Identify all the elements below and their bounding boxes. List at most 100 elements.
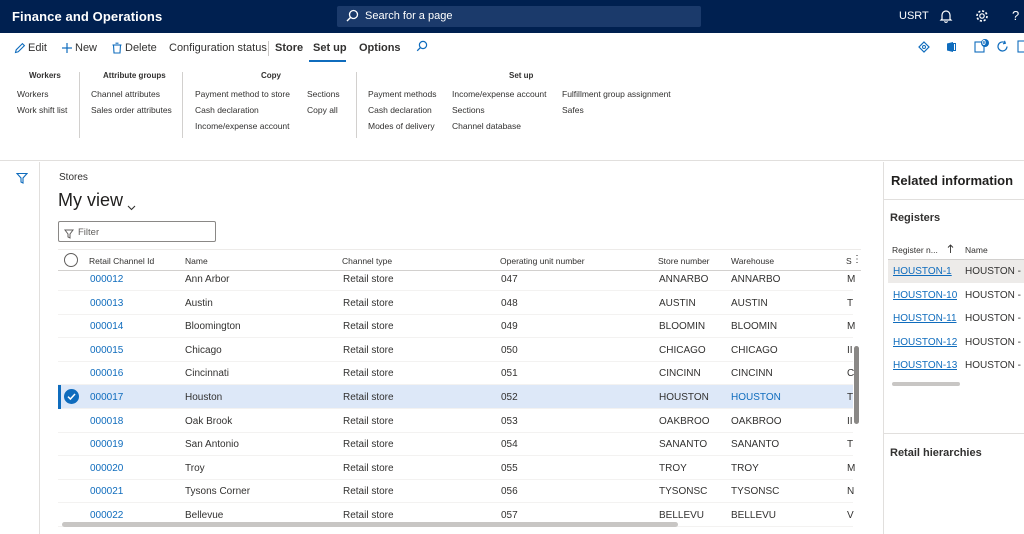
cell-name: Cincinnati xyxy=(185,368,229,380)
scrollbar-thumb[interactable] xyxy=(854,346,859,424)
office-icon[interactable] xyxy=(945,41,957,56)
column-header[interactable]: Channel type xyxy=(342,256,392,266)
bell-icon[interactable] xyxy=(939,9,953,28)
open-new-window-icon[interactable] xyxy=(1017,40,1024,56)
cell-store: BELLEVU xyxy=(659,510,705,521)
cell-id[interactable]: 000022 xyxy=(90,510,180,521)
ribbon-sales-order-attributes[interactable]: Sales order attributes xyxy=(91,105,172,115)
ribbon-income-expense-account[interactable]: Income/expense account xyxy=(452,89,547,99)
ribbon-payment-methods[interactable]: Payment methods xyxy=(368,89,437,99)
ribbon-copy-sections[interactable]: Sections xyxy=(307,89,340,99)
cell-id[interactable]: 000017 xyxy=(90,392,180,403)
column-header[interactable]: Name xyxy=(965,245,988,255)
configuration-status-button[interactable]: Configuration status xyxy=(169,42,267,54)
delete-label: Delete xyxy=(125,42,157,54)
cell-name: Chicago xyxy=(185,344,222,356)
sort-ascending-icon[interactable] xyxy=(947,244,954,255)
ribbon-safes[interactable]: Safes xyxy=(562,105,584,115)
register-id-link[interactable]: HOUSTON-1 xyxy=(893,266,952,277)
cell-wh: OAKBROO xyxy=(731,415,782,427)
delete-button[interactable]: Delete xyxy=(112,42,157,54)
ribbon-copy-cash-declaration[interactable]: Cash declaration xyxy=(195,105,259,115)
new-button[interactable]: New xyxy=(62,42,97,54)
tab-set-up[interactable]: Set up xyxy=(313,42,347,54)
ribbon-payment-method-to-store[interactable]: Payment method to store xyxy=(195,89,290,99)
column-header[interactable]: S xyxy=(846,256,852,266)
cell-id[interactable]: 000012 xyxy=(90,274,180,285)
row-selected-check-icon[interactable] xyxy=(64,389,79,404)
table-row[interactable]: 000014 Bloomington Retail store 049 BLOOMIN B… xyxy=(58,314,855,339)
diamond-icon[interactable] xyxy=(918,41,930,56)
ribbon-channel-database[interactable]: Channel database xyxy=(452,121,521,131)
ribbon-copy-income-expense-account[interactable]: Income/expense account xyxy=(195,121,290,131)
register-id-link[interactable]: HOUSTON-11 xyxy=(893,313,957,324)
table-row[interactable]: 000020 Troy Retail store 055 TROY TROY M xyxy=(58,456,855,480)
registers-horizontal-scrollbar[interactable] xyxy=(892,382,960,386)
column-header[interactable]: Register n... xyxy=(892,245,938,255)
table-row[interactable]: 000021 Tysons Corner Retail store 056 TYSONS… xyxy=(58,479,854,504)
gear-icon[interactable] xyxy=(975,9,989,28)
vertical-scrollbar[interactable] xyxy=(852,270,860,522)
register-row[interactable]: HOUSTON-1 HOUSTON - R xyxy=(888,260,1024,283)
cell-store: CHICAGO xyxy=(659,344,706,356)
view-selector[interactable]: My view xyxy=(58,190,123,211)
tab-options[interactable]: Options xyxy=(359,42,401,54)
registers-title[interactable]: Registers xyxy=(890,212,940,224)
column-header[interactable]: Name xyxy=(185,256,208,266)
register-row[interactable]: HOUSTON-13 HOUSTON - R xyxy=(888,354,1024,377)
column-header[interactable]: Operating unit number xyxy=(500,256,585,266)
ribbon-modes-of-delivery[interactable]: Modes of delivery xyxy=(368,121,435,131)
cell-name: Oak Brook xyxy=(185,415,233,427)
ribbon-channel-attributes[interactable]: Channel attributes xyxy=(91,89,160,99)
action-search-icon[interactable] xyxy=(416,40,428,55)
select-all-radio[interactable] xyxy=(64,253,78,267)
column-header[interactable]: Store number xyxy=(658,256,710,266)
table-row[interactable]: 000015 Chicago Retail store 050 CHICAGO CHICA… xyxy=(58,338,853,362)
ribbon-sections[interactable]: Sections xyxy=(452,105,485,115)
search-box[interactable]: Search for a page xyxy=(337,6,701,27)
cell-store: HOUSTON xyxy=(659,392,709,403)
register-row[interactable]: HOUSTON-12 HOUSTON - R xyxy=(888,331,1024,354)
horizontal-scrollbar[interactable] xyxy=(62,522,678,527)
company-picker[interactable]: USRT xyxy=(899,10,929,22)
cell-id[interactable]: 000015 xyxy=(90,345,180,356)
edit-button[interactable]: Edit xyxy=(14,42,47,54)
table-row[interactable]: 000012 Ann Arbor Retail store 047 ANNARBO ANN… xyxy=(58,267,855,291)
attachments-count: 0 xyxy=(982,40,986,47)
column-header[interactable]: Warehouse xyxy=(731,256,774,266)
chevron-down-icon[interactable] xyxy=(127,198,136,216)
search-icon xyxy=(346,9,359,27)
tab-store[interactable]: Store xyxy=(275,42,303,54)
cell-id[interactable]: 000014 xyxy=(90,321,180,332)
cell-id[interactable]: 000021 xyxy=(90,486,180,497)
register-row[interactable]: HOUSTON-10 HOUSTON - R xyxy=(888,284,1024,307)
table-row[interactable]: 000019 San Antonio Retail store 054 SANANTO S… xyxy=(58,432,853,457)
table-row[interactable]: 000018 Oak Brook Retail store 053 OAKBROO OAK… xyxy=(58,409,853,433)
cell-id[interactable]: 000020 xyxy=(90,463,180,474)
ribbon-workers[interactable]: Workers xyxy=(17,89,49,99)
ribbon-cash-declaration[interactable]: Cash declaration xyxy=(368,105,432,115)
retail-hierarchies-title[interactable]: Retail hierarchies xyxy=(890,447,982,459)
refresh-icon[interactable] xyxy=(996,40,1009,56)
cell-id[interactable]: 000018 xyxy=(90,416,180,427)
column-options-icon[interactable]: ⋮ xyxy=(852,254,861,265)
cell-id[interactable]: 000016 xyxy=(90,368,180,379)
help-icon[interactable]: ? xyxy=(1012,8,1019,23)
ribbon-work-shift-list[interactable]: Work shift list xyxy=(17,105,67,115)
filter-pane-icon[interactable] xyxy=(15,171,29,189)
table-row[interactable]: 000017 Houston Retail store 052 HOUSTON HOUST… xyxy=(58,385,853,409)
ribbon-copy-all[interactable]: Copy all xyxy=(307,105,338,115)
register-id-link[interactable]: HOUSTON-13 xyxy=(893,360,957,371)
app-title[interactable]: Finance and Operations xyxy=(12,9,162,24)
cell-id[interactable]: 000013 xyxy=(90,298,180,309)
ribbon-fulfillment-group-assignment[interactable]: Fulfillment group assignment xyxy=(562,89,671,99)
column-header[interactable]: Retail Channel Id xyxy=(89,256,154,266)
filter-input[interactable]: Filter xyxy=(58,221,216,242)
table-row[interactable]: 000013 Austin Retail store 048 AUSTIN AUSTIN T xyxy=(58,291,853,315)
register-row[interactable]: HOUSTON-11 HOUSTON - R xyxy=(888,307,1024,330)
register-id-link[interactable]: HOUSTON-12 xyxy=(893,337,957,348)
table-row[interactable]: 000016 Cincinnati Retail store 051 CINCINN CI… xyxy=(58,361,854,386)
cell-id[interactable]: 000019 xyxy=(90,439,180,450)
register-id-link[interactable]: HOUSTON-10 xyxy=(893,290,957,301)
action-divider xyxy=(268,41,269,56)
